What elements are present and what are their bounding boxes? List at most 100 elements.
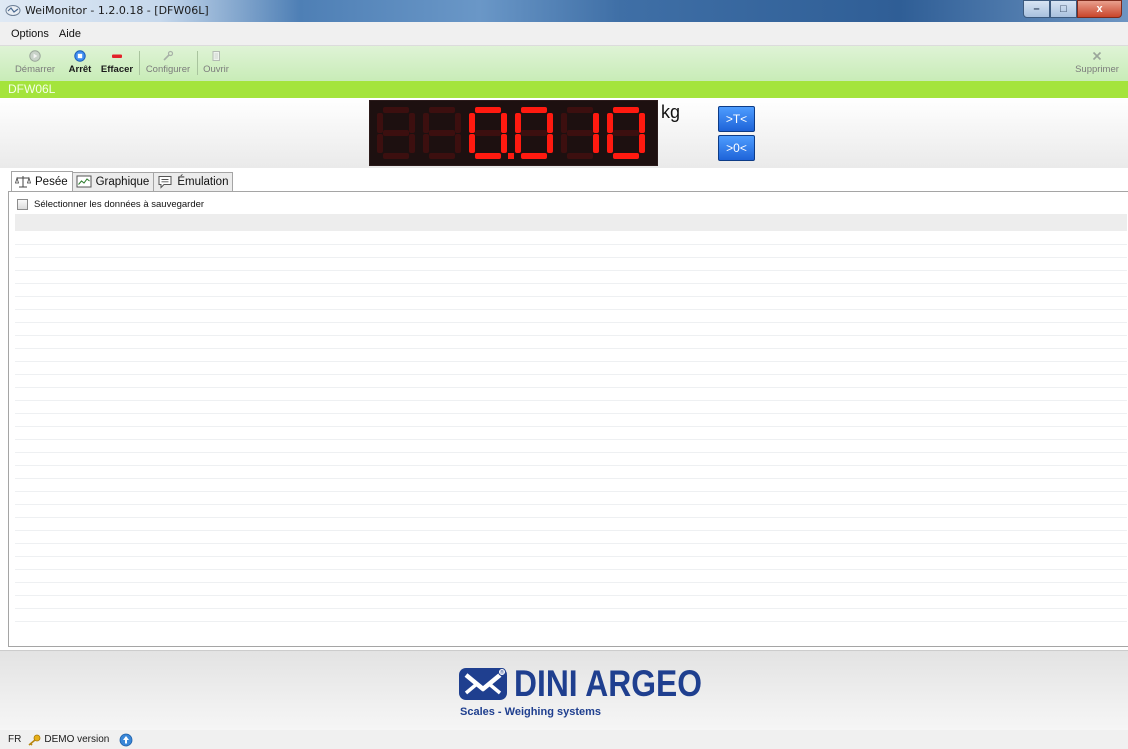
brand-emblem-icon: ® bbox=[459, 668, 507, 700]
tab-pesee-label: Pesée bbox=[35, 175, 68, 188]
segment-e bbox=[377, 134, 383, 153]
tab-graphique-label: Graphique bbox=[95, 176, 150, 188]
tab-emulation[interactable]: Émulation bbox=[153, 172, 234, 191]
open-button[interactable]: Ouvrir bbox=[199, 48, 233, 78]
data-grid-header bbox=[15, 214, 1127, 231]
weight-lcd bbox=[369, 100, 658, 166]
tare-button[interactable]: >T< bbox=[718, 106, 755, 132]
segment-a bbox=[475, 107, 501, 113]
tab-pesee[interactable]: Pesée bbox=[11, 171, 73, 191]
delete-label: Supprimer bbox=[1075, 64, 1119, 75]
segment-g bbox=[521, 130, 547, 136]
decimal-point bbox=[508, 153, 514, 159]
toolbar: Démarrer Arrêt Effacer Configurer Ouvrir bbox=[0, 46, 1128, 82]
segment-g bbox=[429, 130, 455, 136]
segment-d bbox=[613, 153, 639, 159]
brand-name: DINI ARGEO bbox=[514, 663, 702, 704]
wrench-icon bbox=[163, 50, 174, 61]
segment-b bbox=[501, 113, 507, 133]
segment-a bbox=[567, 107, 593, 113]
footer: ® DINI ARGEO Scales - Weighing systems bbox=[0, 650, 1128, 731]
clear-label: Effacer bbox=[100, 64, 134, 75]
brand-tagline: Scales - Weighing systems bbox=[460, 706, 602, 718]
device-header: DFW06L bbox=[0, 81, 1128, 98]
segment-b bbox=[455, 113, 461, 133]
segment-c bbox=[409, 134, 415, 153]
menu-bar: Options Aide bbox=[0, 22, 1128, 46]
weight-unit: kg bbox=[661, 102, 681, 122]
stop-button[interactable]: Arrêt bbox=[66, 48, 94, 78]
select-data-checkbox[interactable] bbox=[17, 199, 28, 210]
segment-f bbox=[561, 113, 567, 133]
seven-segment-display bbox=[377, 107, 645, 159]
segment-c bbox=[501, 134, 507, 153]
toolbar-separator bbox=[197, 51, 198, 75]
zero-button[interactable]: >0< bbox=[718, 135, 755, 161]
language-indicator[interactable]: FR bbox=[8, 734, 21, 745]
segment-g bbox=[475, 130, 501, 136]
segment-g bbox=[567, 130, 593, 136]
dini-argeo-logo: ® DINI ARGEO Scales - Weighing systems bbox=[458, 663, 702, 721]
play-icon bbox=[29, 50, 41, 62]
close-x-icon bbox=[1092, 51, 1102, 61]
scale-icon bbox=[15, 175, 31, 187]
data-grid[interactable] bbox=[15, 232, 1127, 632]
update-globe-icon[interactable] bbox=[119, 733, 133, 747]
minimize-button[interactable]: – bbox=[1023, 0, 1050, 18]
segment-d bbox=[383, 153, 409, 159]
segment-f bbox=[515, 113, 521, 133]
segment-b bbox=[547, 113, 553, 133]
segment-f bbox=[469, 113, 475, 133]
close-button[interactable]: x bbox=[1077, 0, 1122, 18]
segment-e bbox=[423, 134, 429, 153]
title-bar: WeiMonitor - 1.2.0.18 - [DFW06L] – □ x bbox=[0, 0, 1128, 22]
segment-c bbox=[639, 134, 645, 153]
segment-f bbox=[377, 113, 383, 133]
weighing-tab-page: Sélectionner les données à sauvegarder bbox=[8, 191, 1128, 647]
tab-graphique[interactable]: Graphique bbox=[71, 172, 155, 191]
open-label: Ouvrir bbox=[203, 64, 229, 75]
segment-g bbox=[613, 130, 639, 136]
segment-e bbox=[515, 134, 521, 153]
select-data-label: Sélectionner les données à sauvegarder bbox=[34, 199, 205, 210]
segment-f bbox=[607, 113, 613, 133]
delete-button[interactable]: Supprimer bbox=[1068, 48, 1126, 78]
segment-g bbox=[383, 130, 409, 136]
segment-d bbox=[475, 153, 501, 159]
start-label: Démarrer bbox=[14, 64, 56, 75]
start-button[interactable]: Démarrer bbox=[6, 48, 64, 78]
tab-strip: Pesée Graphique Émulation bbox=[11, 171, 234, 192]
configure-label: Configurer bbox=[145, 64, 191, 75]
chart-icon bbox=[76, 175, 92, 188]
segment-c bbox=[455, 134, 461, 153]
license-status: DEMO version bbox=[44, 734, 110, 745]
clear-button[interactable]: Effacer bbox=[97, 48, 137, 78]
segment-b bbox=[593, 113, 599, 133]
device-name: DFW06L bbox=[8, 82, 56, 96]
segment-c bbox=[593, 134, 599, 153]
segment-e bbox=[469, 134, 475, 153]
segment-a bbox=[613, 107, 639, 113]
segment-d bbox=[521, 153, 547, 159]
segment-e bbox=[561, 134, 567, 153]
menu-options[interactable]: Options bbox=[8, 28, 52, 40]
status-bar: FR DEMO version bbox=[0, 730, 1128, 749]
key-icon bbox=[28, 734, 41, 746]
configure-button[interactable]: Configurer bbox=[141, 48, 195, 78]
segment-b bbox=[409, 113, 415, 133]
speech-bubble-icon bbox=[158, 176, 172, 189]
select-data-row: Sélectionner les données à sauvegarder bbox=[17, 199, 204, 210]
segment-a bbox=[521, 107, 547, 113]
svg-text:®: ® bbox=[500, 669, 505, 676]
segment-b bbox=[639, 113, 645, 133]
stop-label: Arrêt bbox=[68, 64, 92, 75]
eraser-icon bbox=[112, 54, 122, 58]
segment-d bbox=[567, 153, 593, 159]
maximize-button[interactable]: □ bbox=[1050, 0, 1077, 18]
menu-aide[interactable]: Aide bbox=[56, 28, 84, 40]
segment-c bbox=[547, 134, 553, 153]
tab-emulation-label: Émulation bbox=[177, 176, 229, 188]
stop-icon bbox=[74, 50, 86, 62]
window-title: WeiMonitor - 1.2.0.18 - [DFW06L] bbox=[25, 4, 209, 17]
segment-a bbox=[429, 107, 455, 113]
